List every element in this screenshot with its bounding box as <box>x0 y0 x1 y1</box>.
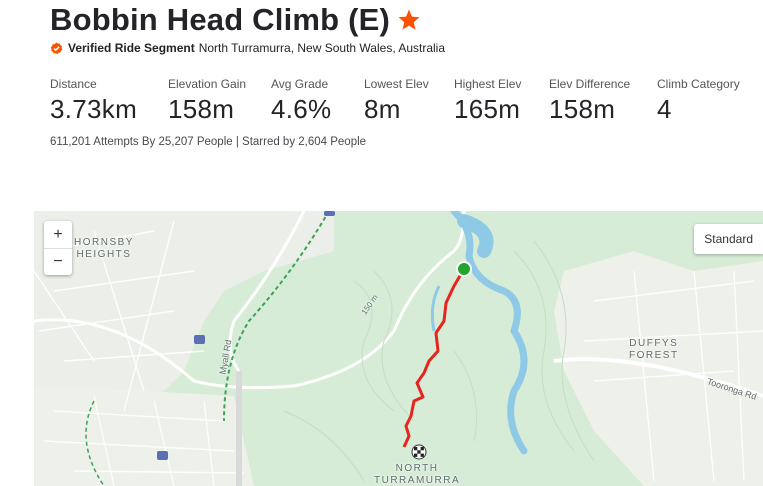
verified-label: Verified Ride Segment <box>68 41 195 55</box>
stat-label: Elevation Gain <box>168 77 247 91</box>
stat-label: Elev Difference <box>549 77 631 91</box>
map-label-line: HEIGHTS <box>76 249 132 260</box>
stat-label: Avg Grade <box>271 77 329 91</box>
map-label-line: NORTH <box>395 463 439 474</box>
finish-flag-icon <box>411 444 427 460</box>
stat-label: Climb Category <box>657 77 740 91</box>
stat-avg-grade: Avg Grade 4.6% <box>271 77 364 125</box>
map-label-line: DUFFYS <box>629 338 679 349</box>
verified-badge-icon <box>50 41 63 54</box>
map-label-hornsby: HORNSBY HEIGHTS <box>74 237 134 261</box>
route-shield-icon <box>157 451 168 460</box>
segment-location: North Turramurra, New South Wales, Austr… <box>198 41 446 55</box>
stat-value: 3.73km <box>50 94 138 124</box>
route-shield-icon <box>324 211 335 216</box>
stat-distance: Distance 3.73km <box>50 77 168 125</box>
map-label-line: FOREST <box>629 350 679 361</box>
stat-value: 8m <box>364 94 401 124</box>
segment-header: Bobbin Head Climb (E) <box>50 2 421 38</box>
zoom-out-button[interactable]: − <box>44 248 72 275</box>
map-label-line: TURRAMURRA <box>374 475 461 486</box>
stat-value: 165m <box>454 94 521 124</box>
zoom-control: + − <box>44 221 72 275</box>
stat-label: Highest Elev <box>454 77 522 91</box>
stat-lowest-elev: Lowest Elev 8m <box>364 77 454 125</box>
stat-climb-category: Climb Category 4 <box>657 77 740 125</box>
segment-map[interactable]: HORNSBY HEIGHTS DUFFYS FOREST NORTH TURR… <box>34 211 763 486</box>
stat-label: Lowest Elev <box>364 77 429 91</box>
stat-value: 4.6% <box>271 94 332 124</box>
stat-highest-elev: Highest Elev 165m <box>454 77 549 125</box>
stat-label: Distance <box>50 77 97 91</box>
map-style-button[interactable]: Standard <box>694 224 763 254</box>
map-label-duffys-forest: DUFFYS FOREST <box>629 338 679 362</box>
segment-subtitle: Verified Ride Segment North Turramurra, … <box>50 41 445 55</box>
stats-row: Distance 3.73km Elevation Gain 158m Avg … <box>50 77 740 125</box>
segment-title: Bobbin Head Climb (E) <box>50 2 391 37</box>
start-marker-icon <box>456 261 472 277</box>
stat-elevation-gain: Elevation Gain 158m <box>168 77 271 125</box>
stat-value: 4 <box>657 94 672 124</box>
zoom-in-button[interactable]: + <box>44 221 72 248</box>
route-shield-icon <box>194 335 205 344</box>
star-icon[interactable] <box>397 8 421 32</box>
map-label-north-turramurra: NORTH TURRAMURRA <box>374 463 460 486</box>
stat-value: 158m <box>168 94 235 124</box>
stat-elev-difference: Elev Difference 158m <box>549 77 657 125</box>
stat-value: 158m <box>549 94 616 124</box>
attempts-summary: 611,201 Attempts By 25,207 People | Star… <box>50 136 367 148</box>
map-label-line: HORNSBY <box>74 237 134 248</box>
